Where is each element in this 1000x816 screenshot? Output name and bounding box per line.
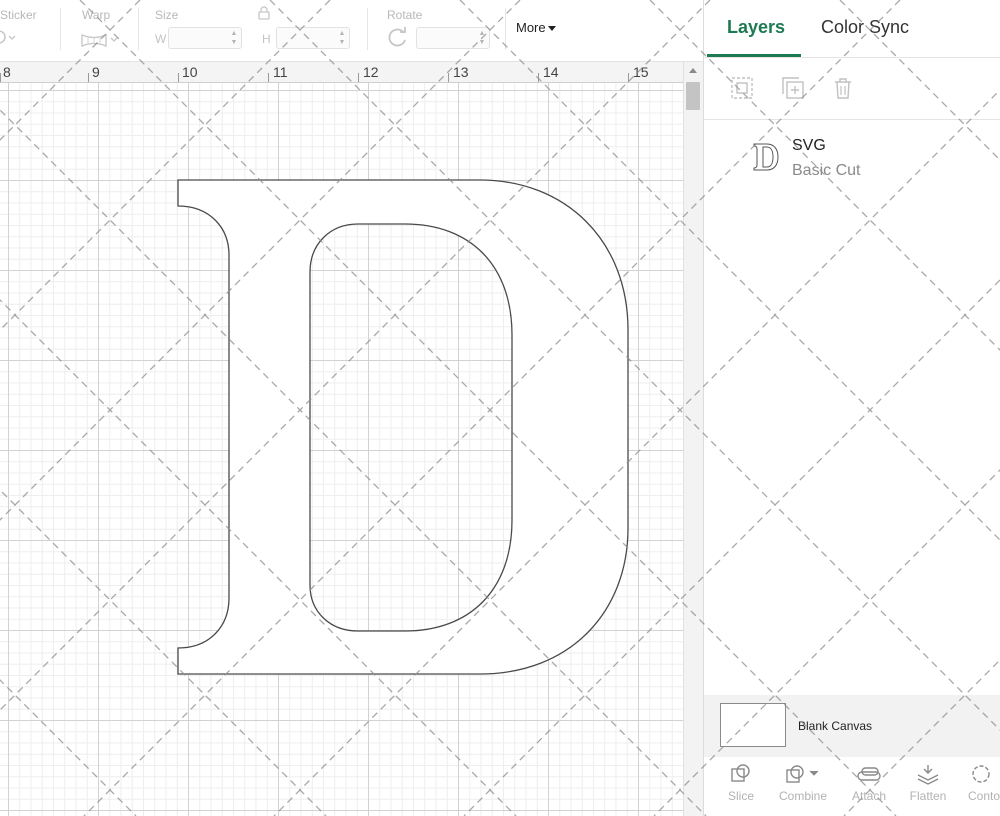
ruler-tick xyxy=(358,73,359,82)
tab-layers[interactable]: Layers xyxy=(727,17,785,38)
layer-tools-bar: Slice Combine Attach Flatten Conto xyxy=(704,757,1000,816)
delete-icon[interactable] xyxy=(831,76,855,100)
blank-canvas-row[interactable]: Blank Canvas xyxy=(704,695,1000,757)
width-stepper-icon[interactable]: ▲ ▼ xyxy=(229,29,239,47)
height-input[interactable]: ▲ ▼ xyxy=(276,27,350,49)
combine-label: Combine xyxy=(778,789,828,803)
ruler-tick xyxy=(0,73,1,82)
ruler-number: 9 xyxy=(92,64,100,80)
ruler-tick xyxy=(448,73,449,82)
letter-d-icon xyxy=(752,142,780,172)
ruler-number: 14 xyxy=(543,64,559,80)
warp-icon[interactable] xyxy=(80,32,122,51)
scroll-up-arrow-icon[interactable] xyxy=(689,68,697,73)
ruler-tick xyxy=(628,73,629,82)
caret-down-icon xyxy=(547,26,556,32)
combine-button[interactable]: Combine xyxy=(772,763,834,815)
layer-item[interactable]: SVG Basic Cut xyxy=(704,130,1000,188)
more-label: More xyxy=(516,20,546,35)
rotate-icon[interactable] xyxy=(387,26,409,51)
ruler-tick xyxy=(88,73,89,82)
flatten-icon xyxy=(917,765,939,785)
contour-button[interactable]: Conto xyxy=(958,763,1000,815)
rotate-stepper-icon[interactable]: ▲ ▼ xyxy=(477,29,487,47)
combine-icon xyxy=(786,765,819,783)
flatten-label: Flatten xyxy=(909,789,947,803)
rotate-input[interactable]: ▲ ▼ xyxy=(416,27,490,49)
ruler-number: 12 xyxy=(363,64,379,80)
blank-canvas-label: Blank Canvas xyxy=(798,719,873,733)
sticker-icon[interactable] xyxy=(0,30,18,47)
horizontal-ruler: 8 9 10 11 12 13 14 15 xyxy=(0,62,683,83)
ruler-tick xyxy=(178,73,179,82)
ruler-number: 8 xyxy=(3,64,11,80)
more-button[interactable]: More xyxy=(516,20,556,35)
group-icon[interactable] xyxy=(730,76,754,100)
duplicate-icon[interactable] xyxy=(781,76,805,100)
attach-button[interactable]: Attach xyxy=(838,763,900,815)
ruler-tick xyxy=(268,73,269,82)
sticker-label: Sticker xyxy=(0,8,37,22)
slice-icon xyxy=(731,764,750,782)
panel-tabs: Layers Color Sync xyxy=(704,0,1000,58)
layer-subtitle: Basic Cut xyxy=(792,162,861,179)
contour-label: Conto xyxy=(968,789,1000,803)
edit-toolbar: Sticker Warp Size W ▲ ▼ H ▲ ▼ Rotate ▲ ▼… xyxy=(0,0,703,62)
toolbar-divider xyxy=(505,8,506,50)
ruler-number: 15 xyxy=(633,64,649,80)
rotate-label: Rotate xyxy=(387,8,423,22)
contour-icon xyxy=(972,765,990,783)
attach-icon xyxy=(857,767,881,781)
toolbar-divider xyxy=(138,8,139,50)
width-prefix: W xyxy=(155,32,167,46)
layer-actions xyxy=(704,58,1000,120)
attach-label: Attach xyxy=(851,789,887,803)
flatten-button[interactable]: Flatten xyxy=(897,763,959,815)
ruler-number: 13 xyxy=(453,64,469,80)
ruler-tick xyxy=(538,73,539,82)
canvas-grid[interactable] xyxy=(0,83,683,816)
warp-label: Warp xyxy=(82,8,111,22)
toolbar-divider xyxy=(367,8,368,50)
slice-button[interactable]: Slice xyxy=(710,763,772,815)
toolbar-divider xyxy=(60,8,61,50)
layer-title: SVG xyxy=(792,137,826,154)
active-tab-indicator xyxy=(707,54,801,57)
height-prefix: H xyxy=(262,32,271,46)
ruler-number: 10 xyxy=(182,64,198,80)
design-space: Sticker Warp Size W ▲ ▼ H ▲ ▼ Rotate ▲ ▼… xyxy=(0,0,1000,816)
layers-panel: Layers Color Sync SVG Basic Cut Blank Ca… xyxy=(703,0,1000,816)
ruler-number: 11 xyxy=(273,64,288,80)
vertical-scrollbar[interactable] xyxy=(683,62,703,816)
size-label: Size xyxy=(155,8,179,22)
width-input[interactable]: ▲ ▼ xyxy=(168,27,242,49)
blank-canvas-swatch[interactable] xyxy=(720,703,786,747)
scrollbar-thumb[interactable] xyxy=(686,82,700,110)
height-stepper-icon[interactable]: ▲ ▼ xyxy=(337,29,347,47)
tab-color-sync[interactable]: Color Sync xyxy=(821,17,909,38)
lock-icon[interactable] xyxy=(258,6,270,23)
letter-d-design[interactable] xyxy=(0,83,683,816)
slice-label: Slice xyxy=(727,789,754,803)
